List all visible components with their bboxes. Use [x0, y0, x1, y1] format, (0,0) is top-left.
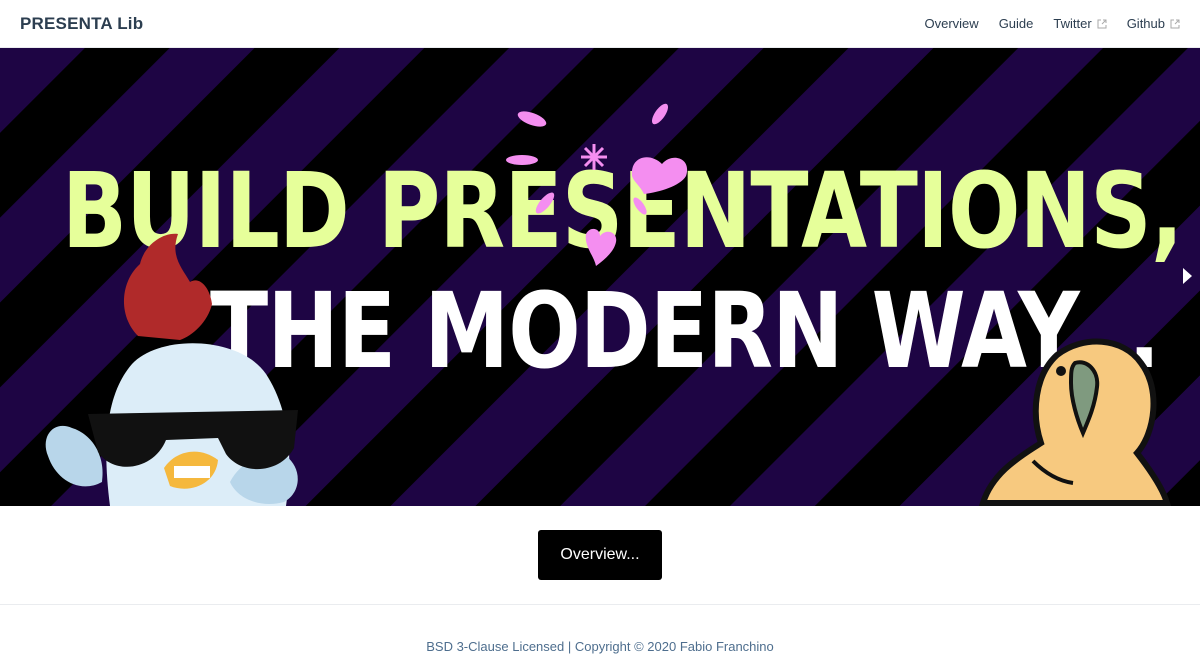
hero-slide: BUILD PRESENTATIONS, THE MODERN WAY...	[0, 48, 1200, 506]
nav-link-github[interactable]: Github	[1127, 16, 1180, 31]
external-link-icon	[1097, 19, 1107, 29]
external-link-icon	[1170, 19, 1180, 29]
parrot-sticker	[978, 338, 1171, 506]
footer-copyright: BSD 3-Clause Licensed | Copyright © 2020…	[426, 638, 774, 654]
chicken-sunglasses-sticker	[45, 233, 298, 506]
nav-link-label: Overview	[924, 16, 979, 31]
nav-link-overview[interactable]: Overview	[925, 16, 979, 31]
site-brand[interactable]: PRESENTA Lib	[20, 14, 143, 34]
nav-link-label: Github	[1126, 16, 1165, 31]
nav-link-guide[interactable]: Guide	[999, 16, 1034, 31]
nav-link-twitter[interactable]: Twitter	[1053, 16, 1107, 31]
nav-link-label: Twitter	[1053, 16, 1092, 31]
nav-link-label: Guide	[998, 16, 1034, 31]
next-slide-arrow-icon[interactable]	[1180, 266, 1194, 286]
overview-button[interactable]: Overview...	[538, 530, 662, 580]
nav-links: Overview Guide Twitter Github	[925, 16, 1181, 31]
top-navbar: PRESENTA Lib Overview Guide Twitter Gith…	[0, 0, 1200, 48]
cta-section: Overview...	[0, 506, 1200, 604]
page-footer: BSD 3-Clause Licensed | Copyright © 2020…	[0, 604, 1200, 665]
